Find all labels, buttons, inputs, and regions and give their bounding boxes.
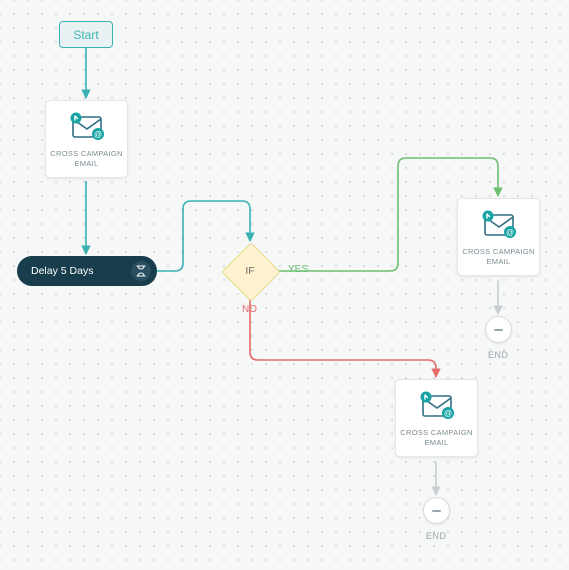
decision-node[interactable]: IF (222, 243, 278, 299)
email-node-1[interactable]: @ CROSS CAMPAIGN EMAIL (45, 100, 128, 178)
hourglass-icon (131, 261, 151, 281)
email-node-1-title: CROSS CAMPAIGN (50, 149, 123, 159)
email-icon: @ (50, 111, 123, 143)
end-node-no[interactable] (423, 497, 450, 524)
email-node-no-sub: EMAIL (400, 438, 473, 448)
start-label: Start (73, 28, 98, 42)
end-icon (485, 316, 512, 343)
delay-label: Delay 5 Days (31, 265, 93, 277)
delay-node[interactable]: Delay 5 Days (17, 256, 157, 286)
end-icon (423, 497, 450, 524)
email-icon: @ (400, 390, 473, 422)
start-node[interactable]: Start (59, 21, 113, 48)
email-node-no[interactable]: @ CROSS CAMPAIGN EMAIL (395, 379, 478, 457)
end-label-no: END (426, 531, 446, 541)
svg-text:@: @ (443, 409, 451, 418)
svg-text:@: @ (505, 228, 513, 237)
email-icon: @ (462, 209, 535, 241)
decision-label: IF (222, 243, 278, 299)
email-node-1-sub: EMAIL (50, 159, 123, 169)
email-node-no-title: CROSS CAMPAIGN (400, 428, 473, 438)
email-node-yes-sub: EMAIL (462, 257, 535, 267)
end-node-yes[interactable] (485, 316, 512, 343)
email-node-yes[interactable]: @ CROSS CAMPAIGN EMAIL (457, 198, 540, 276)
end-label-yes: END (488, 350, 508, 360)
flow-canvas: Start @ CROSS CAMPAIGN EMAIL Delay 5 Day… (0, 0, 569, 570)
email-node-yes-title: CROSS CAMPAIGN (462, 247, 535, 257)
yes-label: YES (288, 264, 308, 275)
svg-text:@: @ (93, 130, 101, 139)
no-label: NO (242, 304, 257, 315)
